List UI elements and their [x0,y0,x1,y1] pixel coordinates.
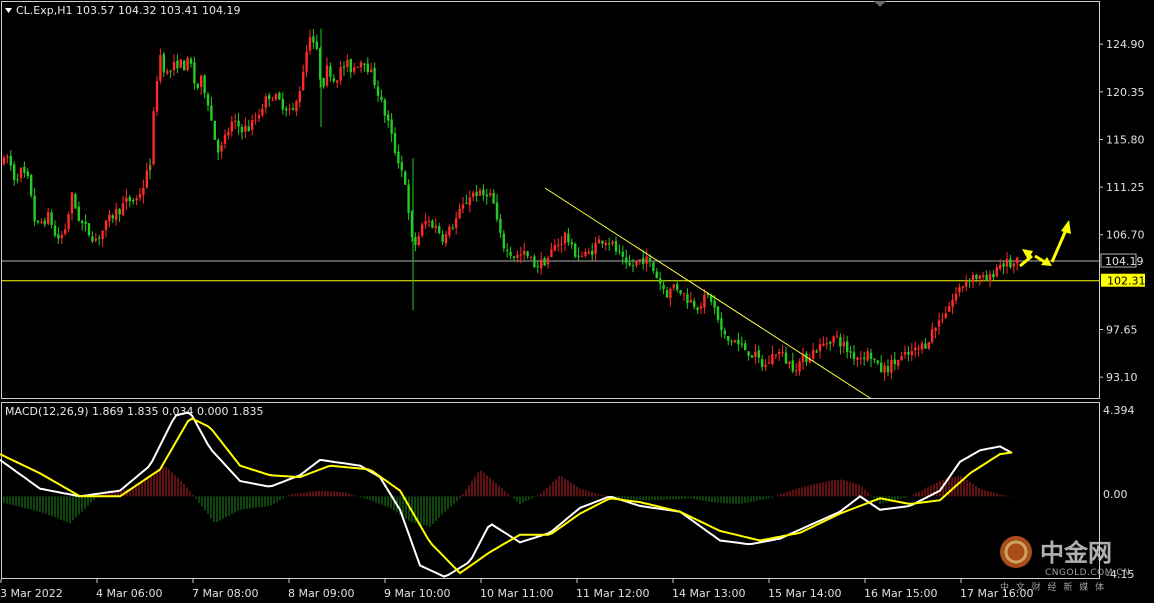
time-tick-label: 9 Mar 10:00 [384,587,450,600]
candle [87,223,91,238]
candle [750,355,754,358]
candle [574,242,577,259]
time-tick-label: 8 Mar 09:00 [288,587,354,600]
candle [30,173,33,198]
candle [179,59,182,69]
logo-name: 中金网 [1040,539,1112,567]
logo-url: CNGOLD.COM.CN [1045,568,1130,578]
symbol-header: CL.Exp,H1 103.57 104.32 103.41 104.19 [16,4,240,17]
current-price-tag: 104.19 [1100,253,1144,268]
time-tick-label: 16 Mar 15:00 [864,587,937,600]
candle [213,120,216,140]
macd-max-label: 4.394 [1103,404,1135,417]
price-tick-label: 115.80 [1106,133,1145,146]
time-tick-label: 15 Mar 14:00 [768,587,841,600]
candle [74,192,77,210]
macd-zero-label: 0.00 [1103,488,1128,501]
candle [155,75,159,116]
price-tick-label: 111.25 [1106,181,1145,194]
candle [183,59,186,71]
time-tick-label: 14 Mar 13:00 [672,587,745,600]
price-tick-label: 106.70 [1106,229,1145,242]
time-tick-label: 4 Mar 06:00 [96,587,162,600]
candle [186,56,189,72]
current-price-label: 104.19 [1105,255,1144,268]
price-tick-label: 93.10 [1106,371,1138,384]
highlight-price-tag: 102.31 [1101,273,1146,288]
price-tick-label: 120.35 [1106,86,1145,99]
price-tick-label: 124.90 [1106,38,1145,51]
macd-header: MACD(12,26,9) 1.869 1.835 0.034 0.000 1.… [5,405,263,418]
time-tick-label: 10 Mar 11:00 [480,587,553,600]
background [0,0,1154,603]
logo-tagline: 中 文 财 经 新 媒 体 [1000,581,1106,593]
candle [152,107,155,166]
candle [404,170,407,185]
highlight-price-label: 102.31 [1107,275,1146,288]
chart-root: 124.90 120.35 115.80 111.25 106.70 97.65 93.10… [0,0,1154,603]
time-tick-label: 11 Mar 12:00 [576,587,649,600]
price-tick-label: 97.65 [1106,324,1138,337]
time-tick-label: 7 Mar 08:00 [192,587,258,600]
time-tick-label: 3 Mar 2022 [0,587,63,600]
